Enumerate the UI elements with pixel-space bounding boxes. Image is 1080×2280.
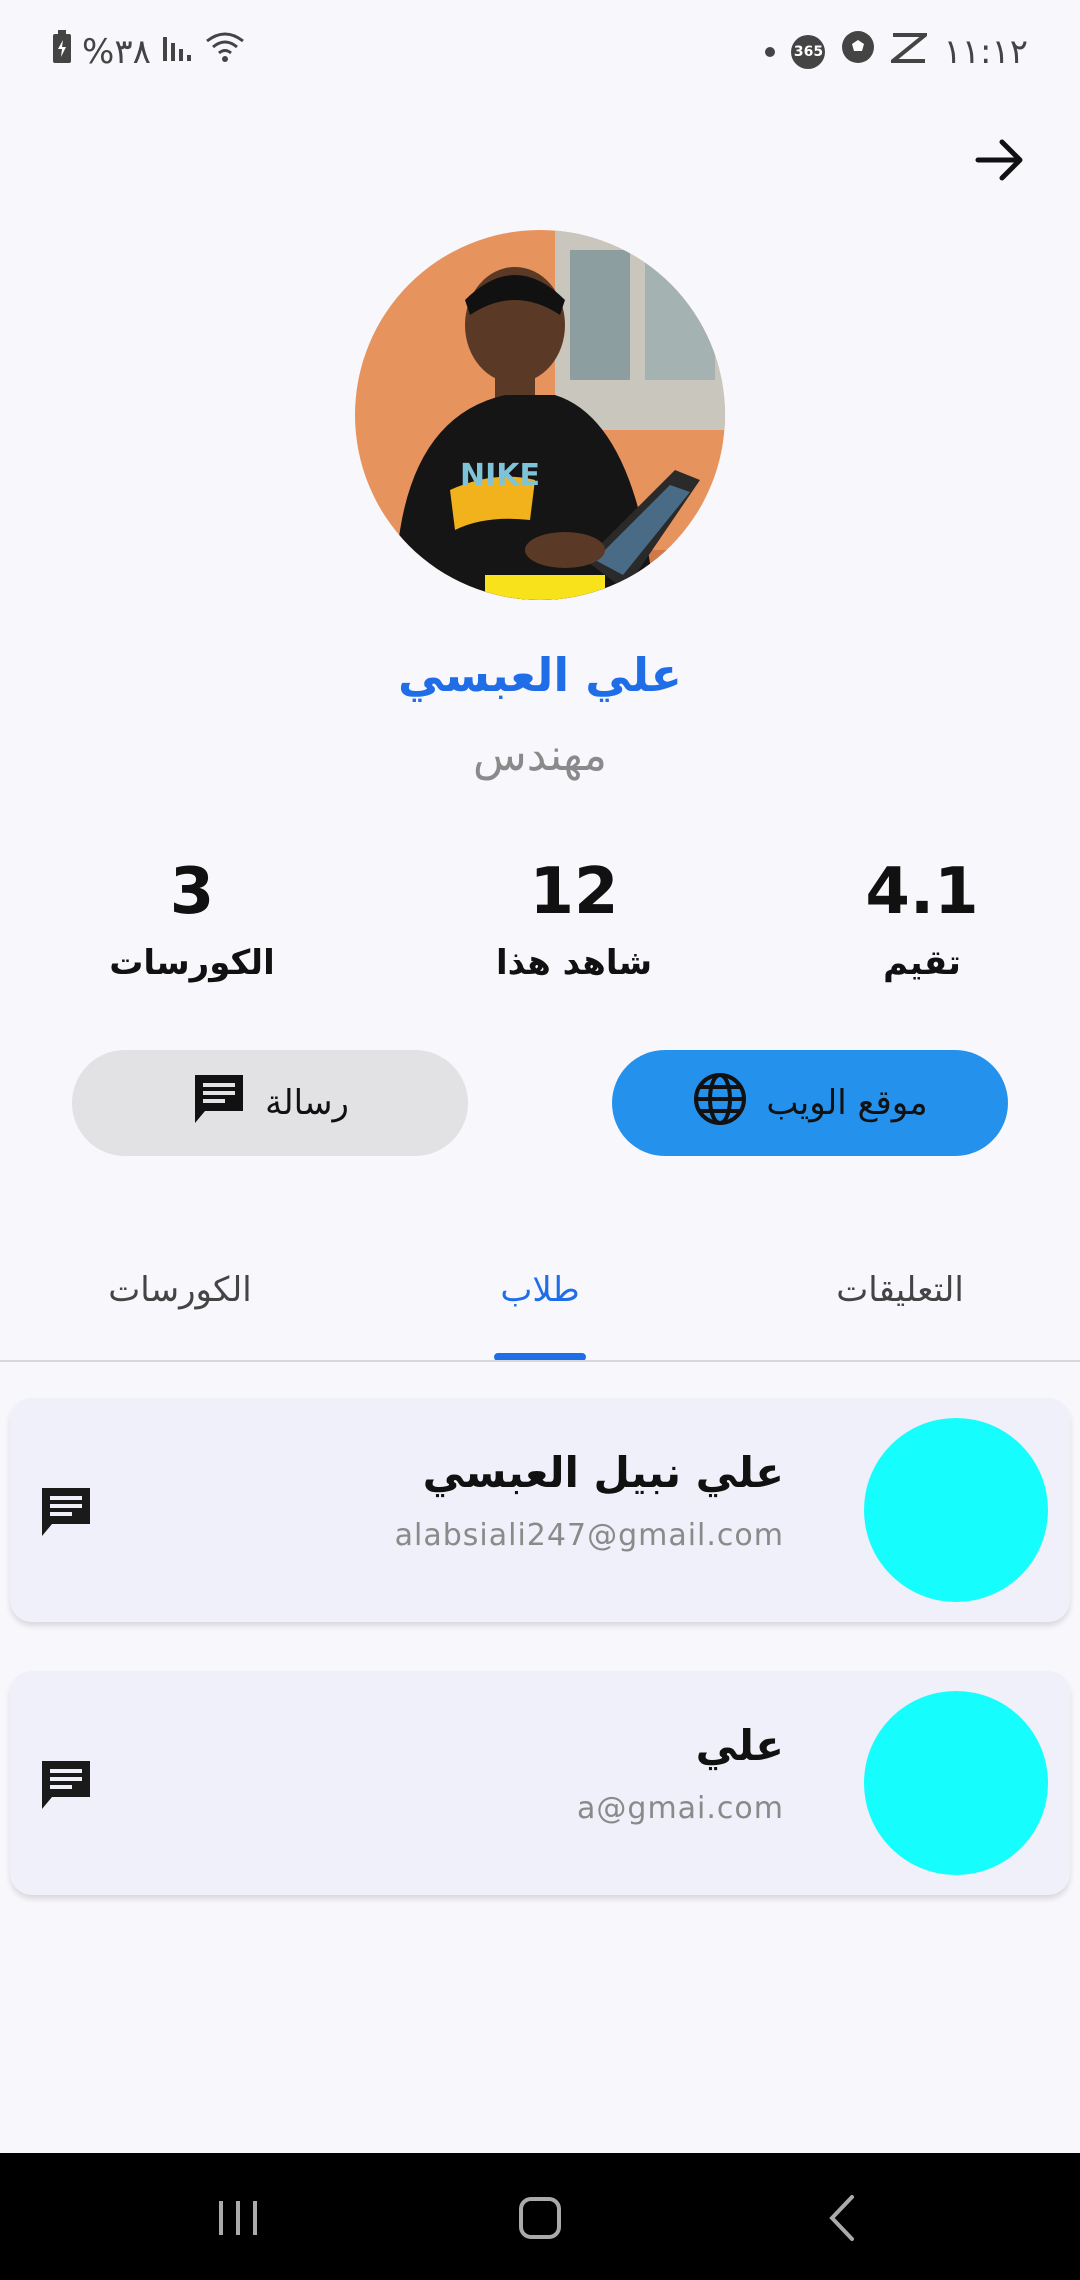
app-x-icon xyxy=(887,32,932,72)
website-button[interactable]: موقع الويب xyxy=(612,1050,1008,1156)
stat-views-value: 12 xyxy=(529,855,619,929)
chat-icon[interactable] xyxy=(36,1482,96,1542)
svg-text:NIKE: NIKE xyxy=(460,458,540,493)
notification-dot-icon xyxy=(765,46,776,57)
back-arrow-icon[interactable] xyxy=(970,130,1030,190)
tab-bar: التعليقات طلاب الكورسات xyxy=(0,1230,1080,1360)
tab-divider xyxy=(0,1360,1080,1362)
message-button-label: رسالة xyxy=(265,1083,349,1123)
stat-courses-value: 3 xyxy=(169,855,215,929)
globe-icon xyxy=(692,1071,748,1136)
stat-courses-label: الكورسات xyxy=(109,943,275,983)
student-avatar xyxy=(864,1691,1048,1875)
battery-icon xyxy=(52,30,72,73)
recent-apps-icon[interactable] xyxy=(203,2183,273,2253)
app-365-icon: 365 xyxy=(791,34,826,69)
profile-screen: %٣٨ 365 ١١:١٢ NIKE علي العبسي مهندس 4.1 … xyxy=(0,0,1080,2280)
stat-rating-value: 4.1 xyxy=(865,855,979,929)
tab-students[interactable]: طلاب xyxy=(390,1270,690,1310)
home-icon[interactable] xyxy=(505,2183,575,2253)
profile-avatar: NIKE xyxy=(355,230,725,600)
tab-comments[interactable]: التعليقات xyxy=(750,1270,1050,1310)
student-card[interactable]: علي نبيل العبسي alabsiali247@gmail.com xyxy=(10,1398,1070,1622)
signal-icon xyxy=(161,32,195,72)
status-right: 365 ١١:١٢ xyxy=(765,30,1028,73)
student-avatar xyxy=(864,1418,1048,1602)
wifi-icon xyxy=(205,31,245,72)
football-icon xyxy=(841,30,875,73)
tab-courses[interactable]: الكورسات xyxy=(30,1270,330,1310)
stat-views: 12 شاهد هذا xyxy=(424,855,724,983)
stat-views-label: شاهد هذا xyxy=(495,943,653,983)
system-nav-bar xyxy=(0,2153,1080,2280)
stat-rating: 4.1 تقيم xyxy=(772,855,1072,983)
profile-role: مهندس xyxy=(473,730,607,781)
student-name: علي xyxy=(695,1721,784,1770)
back-icon[interactable] xyxy=(808,2183,878,2253)
website-button-label: موقع الويب xyxy=(766,1083,928,1123)
chat-icon[interactable] xyxy=(36,1755,96,1815)
battery-percent: %٣٨ xyxy=(82,31,151,72)
student-card[interactable]: علي a@gmai.com xyxy=(10,1671,1070,1895)
student-name: علي نبيل العبسي xyxy=(422,1448,784,1497)
student-email: alabsiali247@gmail.com xyxy=(394,1518,784,1553)
status-bar: %٣٨ 365 ١١:١٢ xyxy=(0,0,1080,100)
stat-courses: 3 الكورسات xyxy=(42,855,342,983)
message-button[interactable]: رسالة xyxy=(72,1050,468,1156)
profile-name: علي العبسي xyxy=(398,648,682,702)
status-left: %٣٨ xyxy=(52,30,245,73)
message-icon xyxy=(191,1071,247,1136)
clock-time: ١١:١٢ xyxy=(943,31,1028,72)
stat-rating-label: تقيم xyxy=(883,943,961,983)
student-email: a@gmai.com xyxy=(577,1791,784,1826)
